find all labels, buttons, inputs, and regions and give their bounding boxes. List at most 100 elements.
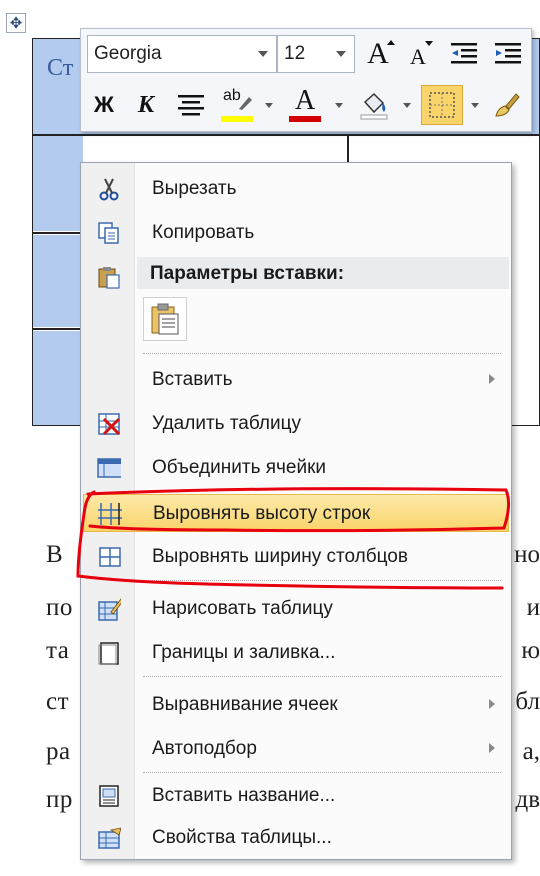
scissors-icon	[97, 177, 121, 201]
highlight-button[interactable]: ab	[219, 85, 255, 125]
menu-separator	[143, 676, 501, 677]
table-cell	[33, 331, 83, 425]
paste-options-label: Параметры вставки:	[150, 263, 345, 284]
draw-table-icon	[97, 597, 121, 621]
italic-button[interactable]: К	[131, 87, 161, 123]
shading-button[interactable]	[357, 87, 391, 123]
menu-item-label: Копировать	[152, 222, 255, 243]
menu-item-delete-table[interactable]: Удалить таблицу	[83, 405, 509, 443]
font-color-icon: A	[295, 85, 316, 116]
paragraph-fragment: дв	[515, 786, 540, 813]
mini-toolbar: Georgia 12 A A Ж К ab A	[80, 28, 532, 132]
table-border	[33, 232, 83, 234]
font-name-select[interactable]: Georgia	[87, 35, 277, 73]
shrink-font-icon: A	[410, 44, 426, 69]
format-painter-icon	[495, 93, 520, 117]
menu-item-autofit[interactable]: Автоподбор	[83, 730, 509, 768]
chevron-down-icon[interactable]	[336, 51, 346, 57]
align-center-icon	[178, 95, 204, 116]
bold-icon: Ж	[94, 92, 114, 117]
chevron-down-icon[interactable]	[471, 103, 479, 108]
borders-icon	[429, 92, 455, 118]
paragraph-fragment: та	[46, 637, 70, 664]
menu-item-label: Вставить название...	[152, 785, 336, 806]
menu-item-label: Нарисовать таблицу	[152, 598, 333, 619]
menu-item-merge-cells[interactable]: Объединить ячейки	[83, 449, 509, 487]
font-name-value: Georgia	[94, 43, 162, 64]
format-painter-button[interactable]	[489, 87, 525, 123]
menu-item-distribute-rows[interactable]: Выровнять высоту строк	[83, 494, 509, 532]
paste-icon	[97, 265, 121, 289]
menu-item-label: Объединить ячейки	[152, 457, 327, 478]
submenu-arrow-icon	[489, 374, 495, 384]
menu-item-cell-alignment[interactable]: Выравнивание ячеек	[83, 686, 509, 724]
menu-item-insert[interactable]: Вставить	[83, 361, 509, 399]
menu-item-label: Удалить таблицу	[152, 413, 301, 434]
paste-keep-text-only-button[interactable]	[143, 297, 187, 341]
merge-cells-icon	[97, 456, 121, 480]
menu-item-insert-caption[interactable]: Вставить название...	[83, 777, 509, 815]
paste-text-icon	[151, 303, 179, 335]
paste-options-icon-cell	[83, 258, 137, 296]
submenu-arrow-icon	[489, 743, 495, 753]
paint-bucket-icon	[360, 92, 388, 120]
menu-item-cut[interactable]: Вырезать	[83, 170, 509, 208]
paragraph-fragment: а,	[522, 738, 540, 765]
table-border	[33, 328, 83, 330]
menu-item-label: Вырезать	[152, 178, 237, 199]
font-size-select[interactable]: 12	[277, 35, 355, 73]
caret-up-icon	[387, 40, 395, 45]
menu-item-draw-table[interactable]: Нарисовать таблицу	[83, 590, 509, 628]
grow-font-button[interactable]: A	[361, 37, 395, 71]
marker-pen-icon	[239, 97, 252, 110]
table-cell	[33, 235, 83, 327]
paragraph-fragment: ст	[46, 688, 70, 715]
center-align-button[interactable]	[175, 89, 207, 121]
context-menu: Вырезать Копировать Параметры вставки: В…	[80, 162, 512, 860]
menu-item-table-properties[interactable]: Свойства таблицы...	[83, 819, 509, 857]
increase-indent-button[interactable]	[491, 39, 525, 69]
menu-item-copy[interactable]: Копировать	[83, 214, 509, 252]
paragraph-fragment: пр	[46, 786, 73, 813]
chevron-down-icon[interactable]	[258, 51, 268, 57]
table-border	[33, 134, 539, 136]
paragraph-fragment: ра	[46, 738, 71, 765]
caret-down-icon	[425, 41, 433, 46]
chevron-down-icon[interactable]	[265, 103, 273, 108]
menu-item-borders-shading[interactable]: Границы и заливка...	[83, 634, 509, 672]
bold-button[interactable]: Ж	[89, 87, 119, 123]
submenu-arrow-icon	[489, 699, 495, 709]
borders-shading-icon	[97, 641, 121, 665]
menu-separator	[143, 580, 501, 581]
decrease-indent-button[interactable]	[447, 39, 481, 69]
menu-item-distribute-columns[interactable]: Выровнять ширину столбцов	[83, 538, 509, 576]
highlight-color-swatch	[221, 116, 253, 122]
table-properties-icon	[97, 826, 121, 850]
borders-button[interactable]	[421, 85, 463, 125]
distribute-rows-icon	[98, 502, 122, 526]
increase-indent-icon	[495, 43, 521, 64]
menu-item-label: Выровнять высоту строк	[153, 503, 371, 524]
paste-options-header: Параметры вставки:	[137, 257, 509, 289]
copy-icon	[97, 221, 121, 245]
table-move-handle-icon[interactable]: ✥	[6, 13, 26, 33]
menu-item-label: Границы и заливка...	[152, 642, 336, 663]
font-size-value: 12	[284, 43, 306, 64]
grow-font-icon: A	[367, 37, 389, 70]
font-color-swatch	[289, 116, 321, 122]
paragraph-fragment: ю	[521, 637, 540, 664]
chevron-down-icon[interactable]	[403, 103, 411, 108]
delete-table-icon	[97, 412, 121, 436]
paragraph-fragment: но	[514, 541, 540, 568]
menu-item-label: Выравнивание ячеек	[152, 694, 338, 715]
menu-separator	[143, 353, 501, 354]
italic-icon: К	[137, 91, 155, 118]
table-border	[347, 134, 349, 164]
chevron-down-icon[interactable]	[335, 103, 343, 108]
menu-item-label: Свойства таблицы...	[152, 827, 332, 848]
font-color-button[interactable]: A	[287, 85, 323, 125]
menu-item-label: Вставить	[152, 369, 233, 390]
table-cell-text: Ст	[47, 55, 74, 81]
shrink-font-button[interactable]: A	[403, 37, 433, 71]
decrease-indent-icon	[451, 43, 477, 64]
